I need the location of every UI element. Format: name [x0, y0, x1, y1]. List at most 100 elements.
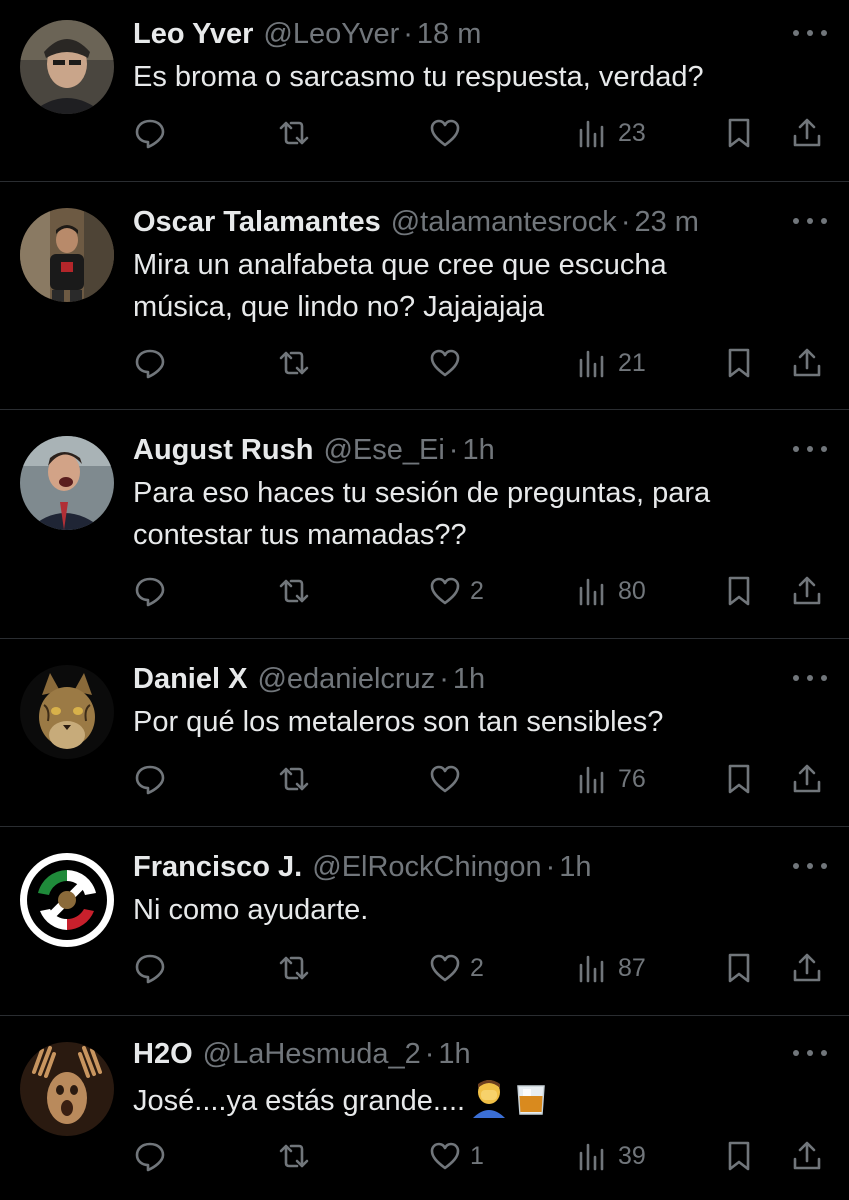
reply-button[interactable] — [133, 571, 167, 611]
like-button[interactable]: 2 — [428, 571, 484, 611]
share-button[interactable] — [790, 343, 824, 383]
like-count: 2 — [470, 953, 484, 982]
whisky-glass-emoji — [517, 1085, 545, 1115]
like-count: 2 — [470, 576, 484, 605]
display-name[interactable]: H2O — [133, 1038, 193, 1070]
reply-button[interactable] — [133, 1136, 167, 1176]
avatar[interactable] — [20, 208, 114, 302]
avatar[interactable] — [20, 1042, 114, 1136]
more-options-icon[interactable] — [793, 1046, 827, 1060]
reply-icon — [135, 577, 165, 607]
more-options-icon[interactable] — [793, 442, 827, 456]
display-name[interactable]: August Rush — [133, 434, 313, 466]
repost-button[interactable] — [277, 759, 311, 799]
share-button[interactable] — [790, 1136, 824, 1176]
like-button[interactable] — [428, 343, 470, 383]
action-bar: 2 80 — [133, 571, 833, 611]
avatar[interactable] — [20, 665, 114, 759]
tweet-header: Francisco J. @ElRockChingon · 1h — [133, 849, 592, 885]
bookmark-button[interactable] — [722, 343, 756, 383]
more-options-icon[interactable] — [793, 214, 827, 228]
more-options-icon[interactable] — [793, 671, 827, 685]
repost-button[interactable] — [277, 343, 311, 383]
like-button[interactable]: 1 — [428, 1136, 484, 1176]
avatar-photo-august — [20, 436, 114, 530]
timestamp[interactable]: 18 m — [417, 18, 481, 50]
repost-button[interactable] — [277, 571, 311, 611]
tweet-text: Mira un analfabeta que cree que escucha … — [133, 249, 667, 323]
share-icon — [793, 118, 821, 147]
display-name[interactable]: Daniel X — [133, 663, 247, 695]
share-button[interactable] — [790, 571, 824, 611]
repost-button[interactable] — [277, 113, 311, 153]
avatar[interactable] — [20, 20, 114, 114]
share-button[interactable] — [790, 948, 824, 988]
reply-button[interactable] — [133, 759, 167, 799]
timestamp[interactable]: 23 m — [634, 206, 698, 238]
display-name[interactable]: Leo Yver — [133, 18, 253, 50]
avatar[interactable] — [20, 853, 114, 947]
view-count: 87 — [618, 953, 646, 982]
repost-icon — [279, 956, 309, 980]
reply-icon — [135, 349, 165, 379]
user-handle[interactable]: @Ese_Ei — [323, 434, 444, 466]
view-count: 80 — [618, 576, 646, 605]
like-button[interactable]: 2 — [428, 948, 484, 988]
views-chart-icon — [579, 350, 604, 378]
tweet-text: Es broma o sarcasmo tu respuesta, verdad… — [133, 61, 704, 93]
avatar-photo-oscar — [20, 208, 114, 302]
timestamp[interactable]: 1h — [438, 1038, 470, 1070]
bookmark-icon — [728, 953, 750, 983]
bookmark-button[interactable] — [722, 1136, 756, 1176]
views-button[interactable]: 87 — [576, 948, 646, 988]
reply-button[interactable] — [133, 948, 167, 988]
display-name[interactable]: Francisco J. — [133, 851, 302, 883]
tweet[interactable]: H2O @LaHesmuda_2 · 1h José....ya estás gran… — [0, 1016, 849, 1200]
tweet-header: Daniel X @edanielcruz · 1h — [133, 661, 485, 697]
share-button[interactable] — [790, 759, 824, 799]
heart-icon — [430, 119, 460, 147]
repost-button[interactable] — [277, 948, 311, 988]
like-button[interactable] — [428, 113, 470, 153]
views-button[interactable]: 21 — [576, 343, 646, 383]
views-chart-icon — [579, 1143, 604, 1171]
user-handle[interactable]: @edanielcruz — [257, 663, 435, 695]
views-button[interactable]: 39 — [576, 1136, 646, 1176]
repost-button[interactable] — [277, 1136, 311, 1176]
bookmark-icon — [728, 764, 750, 794]
views-button[interactable]: 23 — [576, 113, 646, 153]
timestamp[interactable]: 1h — [462, 434, 494, 466]
views-chart-icon — [579, 955, 604, 983]
avatar[interactable] — [20, 436, 114, 530]
timestamp[interactable]: 1h — [559, 851, 591, 883]
user-handle[interactable]: @LaHesmuda_2 — [203, 1038, 421, 1070]
views-button[interactable]: 80 — [576, 571, 646, 611]
heart-icon — [430, 765, 460, 793]
like-button[interactable] — [428, 759, 470, 799]
tweet[interactable]: August Rush @Ese_Ei · 1h Para eso haces tu … — [0, 410, 849, 639]
tweet[interactable]: Oscar Talamantes @talamantesrock · 23 m Mir… — [0, 182, 849, 410]
bookmark-button[interactable] — [722, 113, 756, 153]
repost-icon — [279, 121, 309, 145]
more-options-icon[interactable] — [793, 26, 827, 40]
timestamp[interactable]: 1h — [453, 663, 485, 695]
more-options-icon[interactable] — [793, 859, 827, 873]
user-handle[interactable]: @LeoYver — [263, 18, 399, 50]
display-name[interactable]: Oscar Talamantes — [133, 206, 381, 238]
tweet[interactable]: Daniel X @edanielcruz · 1h Por qué los meta… — [0, 639, 849, 827]
tweet[interactable]: Francisco J. @ElRockChingon · 1h Ni como ay… — [0, 827, 849, 1016]
tweet[interactable]: Leo Yver @LeoYver · 18 m Es broma o sarcasm… — [0, 0, 849, 182]
user-handle[interactable]: @talamantesrock — [391, 206, 617, 238]
reply-button[interactable] — [133, 113, 167, 153]
bookmark-button[interactable] — [722, 759, 756, 799]
user-handle[interactable]: @ElRockChingon — [312, 851, 541, 883]
heart-icon — [430, 349, 460, 377]
separator-dot: · — [424, 1038, 435, 1070]
heart-icon — [430, 954, 460, 982]
reply-button[interactable] — [133, 343, 167, 383]
bookmark-button[interactable] — [722, 571, 756, 611]
views-button[interactable]: 76 — [576, 759, 646, 799]
share-button[interactable] — [790, 113, 824, 153]
bookmark-button[interactable] — [722, 948, 756, 988]
heart-icon — [430, 577, 460, 605]
